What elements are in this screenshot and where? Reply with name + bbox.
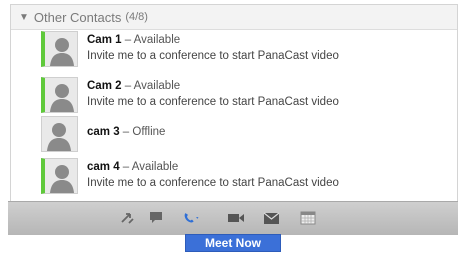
transfer-icon[interactable]	[119, 210, 137, 226]
contact-row[interactable]: Cam 1 – Available Invite me to a confere…	[11, 31, 457, 71]
calendar-icon[interactable]	[299, 210, 317, 226]
contact-name-line: cam 4 – Available	[87, 161, 178, 173]
avatar	[41, 31, 78, 67]
avatar	[41, 158, 78, 194]
contact-status: – Available	[121, 34, 181, 46]
person-silhouette-icon	[50, 165, 74, 193]
contact-list-panel: ▼ Other Contacts (4/8) Cam 1 – Available…	[10, 4, 458, 202]
group-count: (4/8)	[125, 11, 148, 23]
person-silhouette-icon	[50, 84, 74, 112]
phone-icon[interactable]	[183, 210, 201, 226]
contact-message: Invite me to a conference to start PanaC…	[87, 96, 339, 108]
group-header-other-contacts[interactable]: ▼ Other Contacts (4/8)	[11, 5, 457, 30]
person-silhouette-icon	[50, 38, 74, 66]
contact-toolbar	[8, 201, 458, 235]
contact-message: Invite me to a conference to start PanaC…	[87, 50, 339, 62]
contact-name-line: Cam 1 – Available	[87, 34, 180, 46]
group-title: Other Contacts	[33, 9, 122, 25]
contact-name: cam 3	[87, 126, 120, 138]
meet-now-button[interactable]: Meet Now	[185, 234, 281, 252]
contact-name-line: Cam 2 – Available	[87, 80, 180, 92]
contact-row[interactable]: Cam 2 – Available Invite me to a confere…	[11, 77, 457, 117]
contact-status: – Available	[119, 161, 179, 173]
video-icon[interactable]	[227, 210, 245, 226]
contact-row[interactable]: cam 4 – Available Invite me to a confere…	[11, 158, 457, 198]
person-silhouette-icon	[47, 123, 71, 151]
avatar	[41, 116, 78, 152]
contact-name: Cam 1	[87, 34, 122, 46]
disclosure-triangle-icon[interactable]: ▼	[19, 12, 29, 23]
mail-icon[interactable]	[262, 210, 280, 226]
contact-status: – Available	[121, 80, 181, 92]
contact-name: Cam 2	[87, 80, 122, 92]
contact-status: – Offline	[119, 126, 166, 138]
avatar	[41, 77, 78, 113]
contact-name: cam 4	[87, 161, 120, 173]
contact-message: Invite me to a conference to start PanaC…	[87, 177, 339, 189]
contact-row[interactable]: cam 3 – Offline	[11, 116, 457, 156]
chat-icon[interactable]	[147, 210, 165, 226]
contact-name-line: cam 3 – Offline	[87, 126, 165, 138]
